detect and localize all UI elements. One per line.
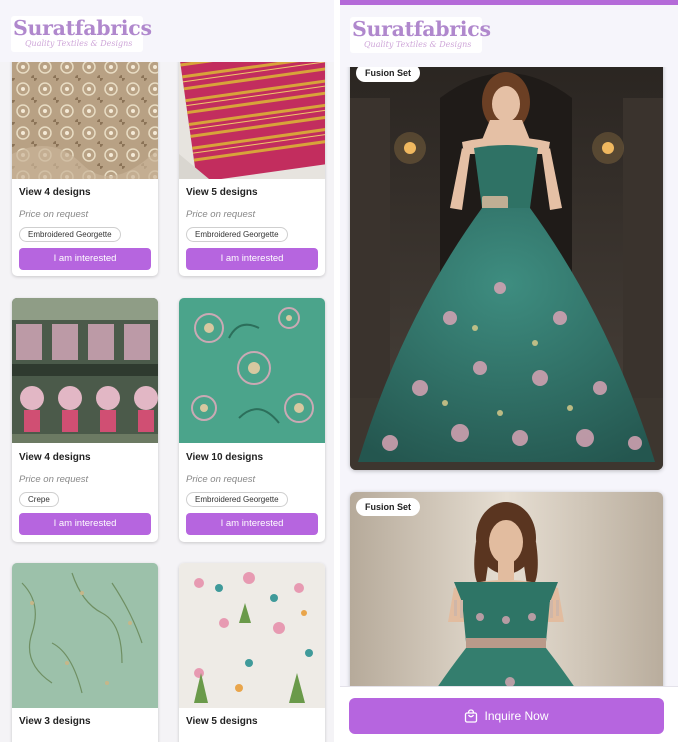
brand-logo[interactable]: Suratfabrics Quality Textiles & Designs: [11, 16, 152, 52]
interested-button[interactable]: I am interested: [19, 248, 151, 270]
featured-product[interactable]: Fusion Set: [350, 58, 663, 470]
catalog-card[interactable]: View 5 designs Price on request Embroide…: [179, 34, 325, 276]
site-header: Suratfabrics Quality Textiles & Designs: [0, 0, 334, 62]
card-title: View 4 designs: [19, 187, 91, 198]
fabric-tag: Embroidered Georgette: [186, 227, 288, 242]
catalog-card[interactable]: View 4 designs Price on request Crepe I …: [12, 298, 158, 542]
interested-button[interactable]: I am interested: [19, 513, 151, 535]
fabric-tag: Embroidered Georgette: [186, 492, 288, 507]
product-image[interactable]: [350, 58, 663, 470]
catalog-card[interactable]: View 10 designs Price on request Embroid…: [179, 298, 325, 542]
catalog-pane: View 4 designs Price on request Embroide…: [0, 0, 334, 742]
card-title: View 10 designs: [186, 452, 264, 463]
brand-tagline: Quality Textiles & Designs: [25, 39, 133, 48]
card-title: View 5 designs: [186, 187, 258, 198]
interested-button[interactable]: I am interested: [186, 513, 318, 535]
fabric-tag: Crepe: [19, 492, 59, 507]
brand-name: Suratfabrics: [352, 17, 491, 41]
product-image[interactable]: [12, 298, 158, 443]
brand-logo[interactable]: Suratfabrics Quality Textiles & Designs: [350, 17, 491, 53]
card-title: View 4 designs: [19, 452, 91, 463]
fabric-tag: Embroidered Georgette: [19, 227, 121, 242]
brand-name: Suratfabrics: [13, 16, 152, 40]
inquire-now-label: Inquire Now: [484, 709, 549, 723]
card-title: View 5 designs: [186, 716, 258, 727]
product-image[interactable]: [12, 563, 158, 708]
inquire-now-button[interactable]: Inquire Now: [349, 698, 664, 734]
interested-button[interactable]: I am interested: [186, 248, 318, 270]
brand-tagline: Quality Textiles & Designs: [364, 40, 472, 49]
product-image[interactable]: [179, 298, 325, 443]
catalog-card[interactable]: View 5 designs: [179, 563, 325, 742]
shopping-bag-icon: [465, 709, 478, 723]
catalog-card[interactable]: View 4 designs Price on request Embroide…: [12, 34, 158, 276]
card-price: Price on request: [186, 209, 256, 220]
card-price: Price on request: [186, 474, 256, 485]
top-accent-bar: [340, 0, 678, 5]
product-image[interactable]: [179, 563, 325, 708]
site-header: Suratfabrics Quality Textiles & Designs: [340, 5, 678, 67]
catalog-card[interactable]: View 3 designs: [12, 563, 158, 742]
card-price: Price on request: [19, 474, 89, 485]
card-price: Price on request: [19, 209, 89, 220]
card-title: View 3 designs: [19, 716, 91, 727]
bottom-action-bar: Inquire Now: [340, 686, 678, 742]
collection-badge: Fusion Set: [356, 498, 421, 516]
featured-pane: Fusion Set Fusion Set Suratfabrics Quali…: [340, 0, 678, 742]
